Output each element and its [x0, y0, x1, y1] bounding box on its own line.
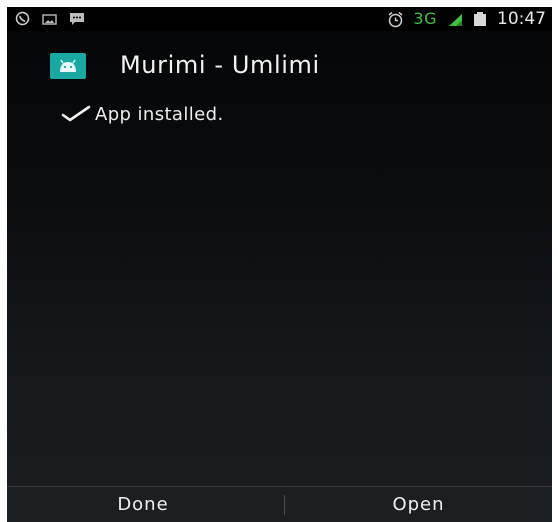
- clock: 10:47: [497, 9, 546, 29]
- status-bar: 3G 10:47: [7, 7, 552, 31]
- checkmark-icon: [59, 102, 95, 128]
- installer-screen: 3G 10:47 Murimi - Umlimi App installed.: [7, 7, 552, 522]
- android-icon: [50, 53, 86, 79]
- network-type-label: 3G: [413, 9, 437, 28]
- battery-icon: [473, 12, 487, 26]
- alarm-icon: [387, 11, 403, 28]
- install-status-message: App installed.: [95, 104, 224, 125]
- install-status: App installed.: [59, 101, 224, 129]
- done-button[interactable]: Done: [7, 487, 279, 522]
- notification-icons: [15, 11, 84, 26]
- action-bar: Done Open: [7, 486, 552, 522]
- app-header: Murimi - Umlimi: [7, 43, 552, 91]
- image-icon: [42, 11, 57, 25]
- whatsapp-icon: [15, 11, 30, 26]
- system-status: 3G 10:47: [387, 8, 546, 30]
- app-name: Murimi - Umlimi: [120, 51, 320, 79]
- open-button[interactable]: Open: [285, 487, 552, 522]
- chat-icon: [69, 11, 84, 25]
- signal-icon: [447, 12, 463, 26]
